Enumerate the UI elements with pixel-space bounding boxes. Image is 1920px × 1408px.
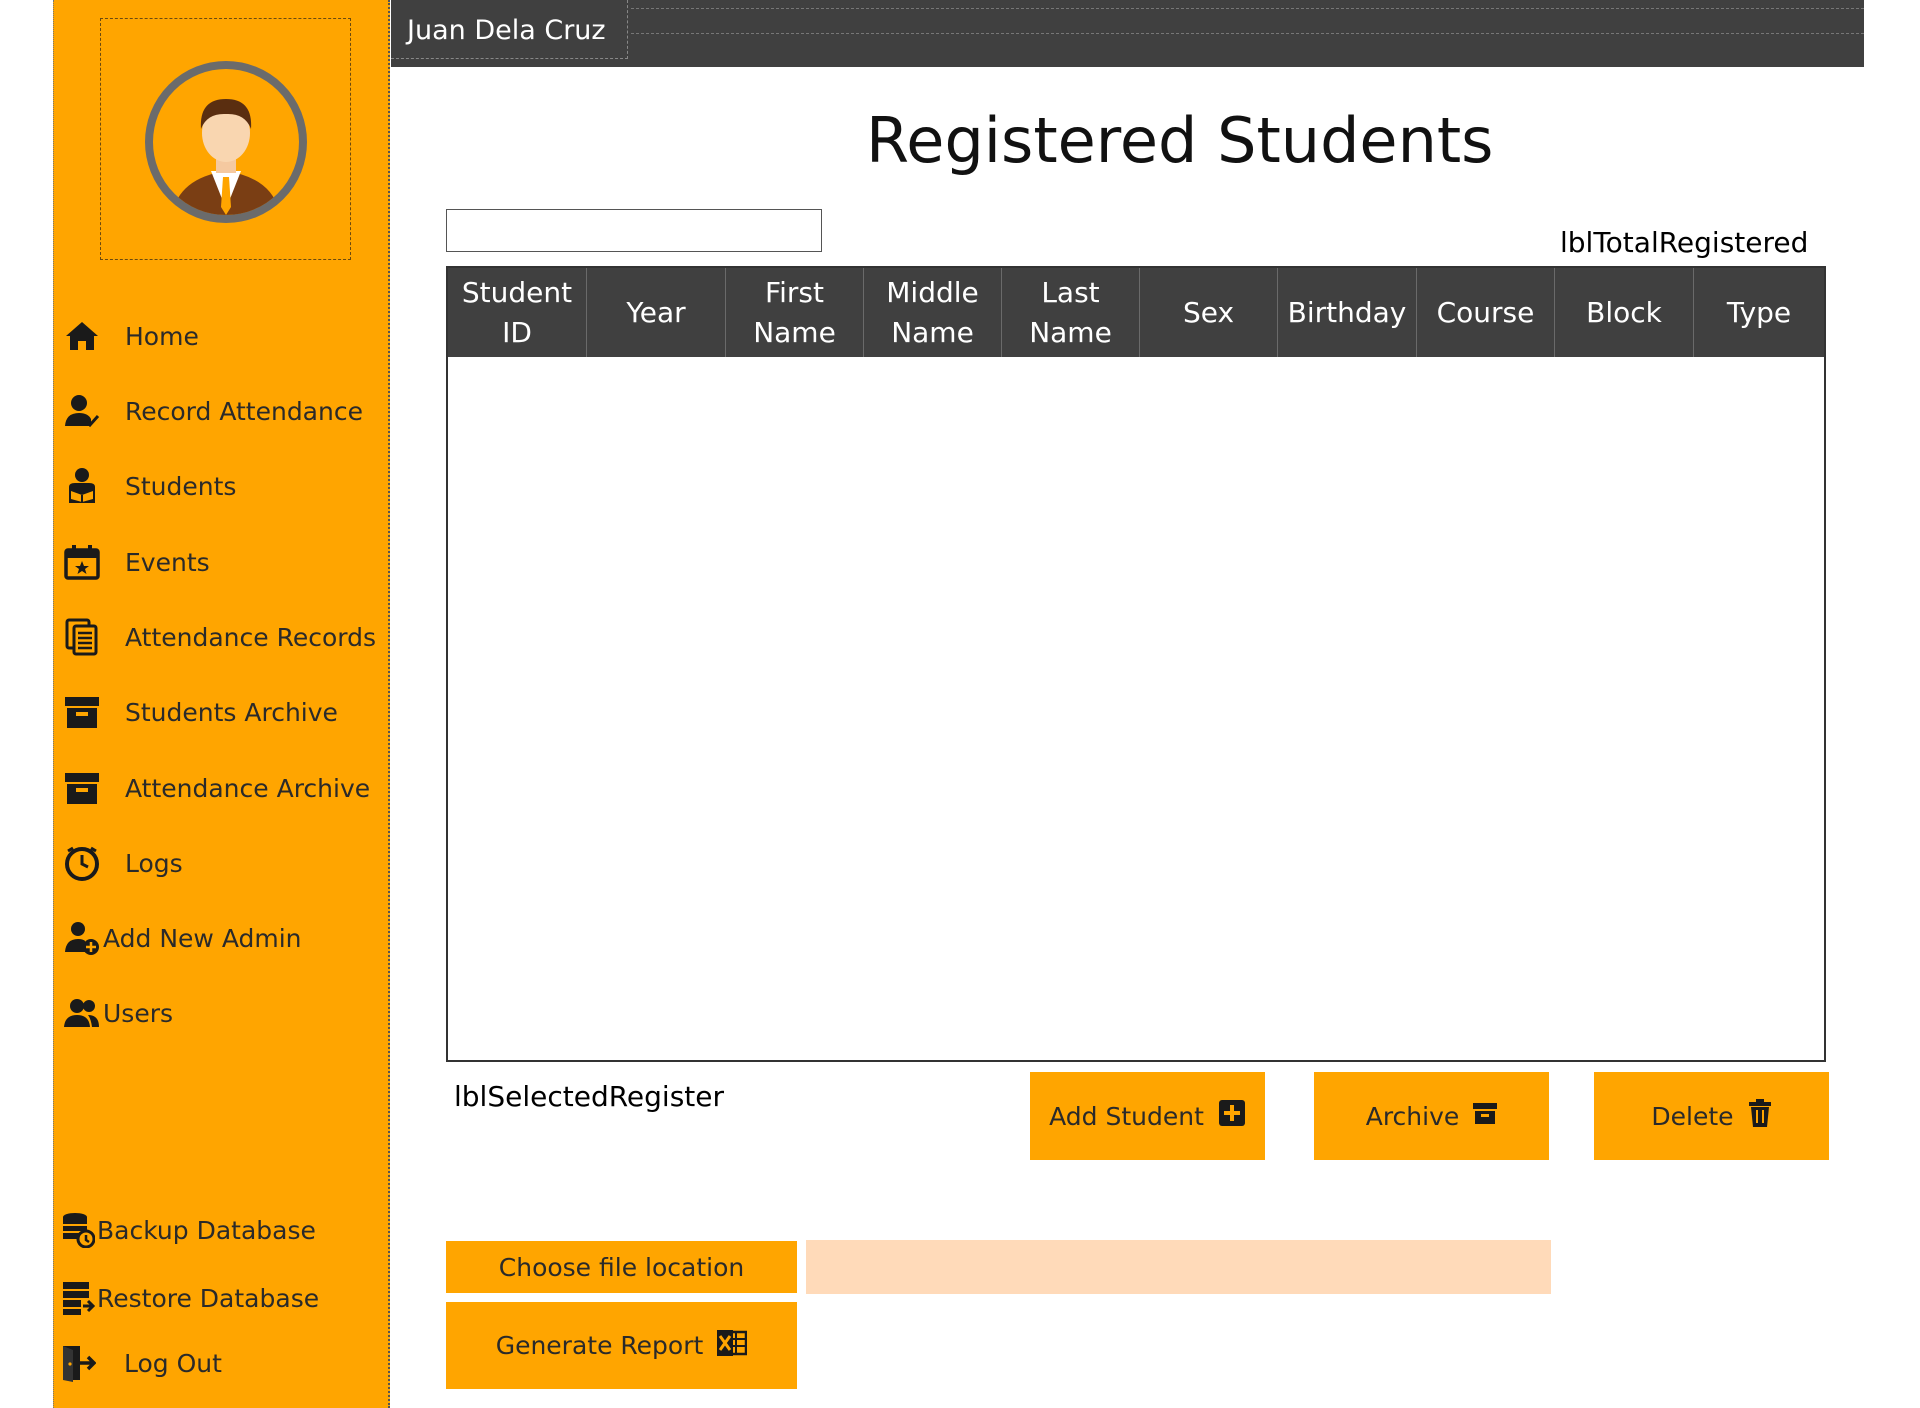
column-header-year[interactable]: Year xyxy=(587,268,726,357)
user-name: Juan Dela Cruz xyxy=(407,15,606,46)
sidebar-item-record-attendance[interactable]: Record Attendance xyxy=(54,381,384,441)
sidebar-item-home[interactable]: Home xyxy=(54,306,384,366)
user-check-icon xyxy=(62,391,102,431)
sidebar-item-label: Students xyxy=(125,471,237,501)
sidebar-item-label: Record Attendance xyxy=(125,396,363,426)
column-header-student-id[interactable]: Student ID xyxy=(448,268,587,357)
sidebar-item-add-new-admin[interactable]: Add New Admin xyxy=(54,908,384,968)
user-plus-icon xyxy=(62,918,102,958)
column-header-last-name[interactable]: Last Name xyxy=(1002,268,1140,357)
archive-box-icon xyxy=(1473,1101,1498,1131)
calendar-star-icon xyxy=(62,542,102,582)
archive-label: Archive xyxy=(1365,1101,1460,1131)
database-backup-icon xyxy=(58,1210,98,1250)
sidebar-item-label: Backup Database xyxy=(97,1215,316,1245)
sidebar-item-restore-database[interactable]: Restore Database xyxy=(54,1268,384,1328)
column-header-block[interactable]: Block xyxy=(1555,268,1694,357)
search-input[interactable] xyxy=(446,209,822,252)
generate-report-label: Generate Report xyxy=(495,1331,704,1360)
sidebar: Home Record Attendance Students Events A… xyxy=(53,0,390,1408)
sidebar-item-label: Logs xyxy=(125,848,183,878)
top-bar: Juan Dela Cruz xyxy=(391,0,1864,67)
sidebar-item-label: Attendance Archive xyxy=(125,773,371,803)
sidebar-item-label: Restore Database xyxy=(97,1283,320,1313)
selected-register-label: lblSelectedRegister xyxy=(454,1080,724,1113)
student-reading-icon xyxy=(62,466,102,506)
tab-strip xyxy=(631,8,1864,34)
sidebar-item-log-out[interactable]: Log Out xyxy=(54,1333,384,1393)
generate-report-button[interactable]: Generate Report xyxy=(446,1302,797,1389)
column-header-sex[interactable]: Sex xyxy=(1140,268,1278,357)
column-header-course[interactable]: Course xyxy=(1417,268,1555,357)
delete-label: Delete xyxy=(1651,1101,1734,1131)
sidebar-item-label: Students Archive xyxy=(125,697,338,727)
archive-box-icon xyxy=(62,768,102,808)
table-header: Student ID Year First Name Middle Name L… xyxy=(448,268,1824,357)
sidebar-item-backup-database[interactable]: Backup Database xyxy=(54,1200,384,1260)
sidebar-item-label: Events xyxy=(125,547,210,577)
user-tab[interactable]: Juan Dela Cruz xyxy=(391,0,628,59)
logout-icon xyxy=(58,1343,98,1383)
add-student-button[interactable]: Add Student xyxy=(1030,1072,1265,1160)
file-path-field[interactable] xyxy=(806,1240,1551,1294)
delete-button[interactable]: Delete xyxy=(1594,1072,1829,1160)
students-table[interactable]: Student ID Year First Name Middle Name L… xyxy=(446,266,1826,1062)
users-icon xyxy=(62,993,102,1033)
sidebar-item-students[interactable]: Students xyxy=(54,456,384,516)
total-registered-label: lblTotalRegistered xyxy=(1560,226,1809,259)
sidebar-item-users[interactable]: Users xyxy=(54,983,384,1043)
stopwatch-icon xyxy=(62,843,102,883)
sidebar-item-label: Users xyxy=(103,998,174,1028)
choose-file-location-button[interactable]: Choose file location xyxy=(446,1241,797,1293)
archive-button[interactable]: Archive xyxy=(1314,1072,1549,1160)
column-header-birthday[interactable]: Birthday xyxy=(1278,268,1417,357)
archive-box-icon xyxy=(62,692,102,732)
avatar xyxy=(145,61,307,223)
profile-picture-frame xyxy=(100,18,351,260)
documents-icon xyxy=(62,617,102,657)
column-header-first-name[interactable]: First Name xyxy=(726,268,864,357)
sidebar-item-label: Log Out xyxy=(124,1348,222,1378)
database-restore-icon xyxy=(58,1278,98,1318)
plus-square-icon xyxy=(1218,1099,1246,1133)
sidebar-item-label: Attendance Records xyxy=(125,622,377,652)
home-icon xyxy=(62,316,102,356)
column-header-middle-name[interactable]: Middle Name xyxy=(864,268,1002,357)
sidebar-item-attendance-archive[interactable]: Attendance Archive xyxy=(54,758,384,818)
sidebar-item-events[interactable]: Events xyxy=(54,532,384,592)
add-student-label: Add Student xyxy=(1049,1101,1204,1131)
sidebar-item-label: Home xyxy=(125,321,199,351)
choose-file-label: Choose file location xyxy=(498,1252,745,1282)
trash-icon xyxy=(1748,1099,1772,1133)
sidebar-item-label: Add New Admin xyxy=(103,923,302,953)
sidebar-item-students-archive[interactable]: Students Archive xyxy=(54,682,384,742)
excel-icon xyxy=(717,1329,748,1362)
column-header-type[interactable]: Type xyxy=(1694,268,1824,357)
page-title: Registered Students xyxy=(866,104,1494,177)
sidebar-item-logs[interactable]: Logs xyxy=(54,833,384,893)
sidebar-item-attendance-records[interactable]: Attendance Records xyxy=(54,607,384,667)
